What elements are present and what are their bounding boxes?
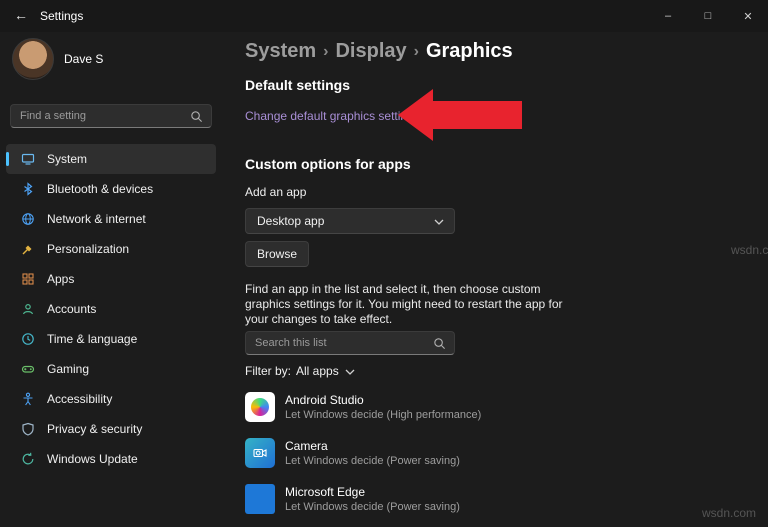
annotation-arrow bbox=[398, 89, 433, 141]
camera-icon bbox=[245, 438, 275, 468]
breadcrumb-separator: › bbox=[323, 43, 329, 60]
filter-dropdown[interactable]: All apps bbox=[296, 364, 355, 378]
app-list: Android Studio Let Windows decide (High … bbox=[245, 392, 481, 514]
breadcrumb-system[interactable]: System bbox=[245, 40, 316, 62]
app-name: Android Studio bbox=[285, 393, 364, 407]
time-language-icon bbox=[20, 332, 35, 346]
breadcrumb-display[interactable]: Display bbox=[335, 40, 406, 62]
sidebar-item-label: Bluetooth & devices bbox=[47, 182, 154, 196]
breadcrumb-graphics: Graphics bbox=[425, 40, 513, 62]
settings-search[interactable] bbox=[10, 104, 212, 128]
sidebar: Dave S System Bluetooth & devices bbox=[0, 32, 232, 527]
user-name: Dave S bbox=[64, 52, 104, 66]
change-default-graphics-link[interactable]: Change default graphics settings bbox=[245, 109, 420, 123]
personalization-icon bbox=[20, 242, 35, 256]
accessibility-icon bbox=[20, 392, 35, 406]
app-status: Let Windows decide (Power saving) bbox=[285, 455, 460, 467]
sidebar-item-bluetooth-devices[interactable]: Bluetooth & devices bbox=[6, 174, 216, 204]
list-search[interactable] bbox=[245, 331, 455, 355]
windows-update-icon bbox=[20, 452, 35, 466]
sidebar-item-label: Gaming bbox=[47, 362, 90, 376]
maximize-button[interactable]: □ bbox=[688, 0, 728, 32]
sidebar-nav: System Bluetooth & devices Network & int… bbox=[6, 144, 216, 474]
system-icon bbox=[20, 152, 35, 166]
app-row-microsoft-edge[interactable]: Microsoft Edge Let Windows decide (Power… bbox=[245, 484, 481, 514]
default-settings-heading: Default settings bbox=[245, 77, 351, 93]
microsoft-edge-icon bbox=[245, 484, 275, 514]
sidebar-item-label: Personalization bbox=[47, 242, 130, 256]
sidebar-item-label: Time & language bbox=[47, 332, 138, 346]
sidebar-item-label: Windows Update bbox=[47, 452, 138, 466]
sidebar-item-accessibility[interactable]: Accessibility bbox=[6, 384, 216, 414]
filter-by-label: Filter by: bbox=[245, 364, 292, 378]
sidebar-item-windows-update[interactable]: Windows Update bbox=[6, 444, 216, 474]
app-name: Microsoft Edge bbox=[285, 485, 366, 499]
avatar[interactable] bbox=[12, 38, 54, 80]
android-studio-icon bbox=[245, 392, 275, 422]
annotation-arrow-tail bbox=[431, 101, 522, 129]
breadcrumb: System › Display › Graphics bbox=[245, 40, 513, 63]
browse-button-label: Browse bbox=[256, 247, 297, 261]
sidebar-item-time-language[interactable]: Time & language bbox=[6, 324, 216, 354]
sidebar-item-label: Privacy & security bbox=[47, 422, 143, 436]
privacy-icon bbox=[20, 422, 35, 436]
custom-options-heading: Custom options for apps bbox=[245, 156, 411, 172]
minimize-button[interactable]: – bbox=[648, 0, 688, 32]
selection-pill bbox=[6, 152, 9, 166]
close-button[interactable]: ✕ bbox=[728, 0, 768, 32]
app-type-value: Desktop app bbox=[257, 214, 325, 228]
bluetooth-icon bbox=[20, 182, 35, 196]
gaming-icon bbox=[20, 362, 35, 376]
sidebar-item-system[interactable]: System bbox=[6, 144, 216, 174]
browse-button[interactable]: Browse bbox=[245, 241, 309, 267]
titlebar: ← Settings – □ ✕ bbox=[0, 0, 768, 32]
main-content: System › Display › Graphics Default settings… bbox=[245, 32, 768, 527]
back-button[interactable]: ← bbox=[14, 7, 28, 23]
sidebar-item-label: System bbox=[47, 152, 88, 166]
search-icon bbox=[433, 337, 446, 350]
app-type-dropdown[interactable]: Desktop app bbox=[245, 208, 455, 234]
add-an-app-label: Add an app bbox=[245, 185, 307, 199]
app-title: Settings bbox=[40, 9, 84, 23]
settings-search-input[interactable] bbox=[11, 110, 190, 122]
chevron-down-icon bbox=[345, 364, 355, 378]
sidebar-item-accounts[interactable]: Accounts bbox=[6, 294, 216, 324]
app-row-android-studio[interactable]: Android Studio Let Windows decide (High … bbox=[245, 392, 481, 422]
sidebar-item-label: Accounts bbox=[47, 302, 97, 316]
list-search-input[interactable] bbox=[246, 337, 433, 349]
settings-window: ← Settings – □ ✕ Dave S System bbox=[0, 0, 768, 527]
network-icon bbox=[20, 212, 35, 226]
search-icon bbox=[190, 110, 203, 123]
filter-value: All apps bbox=[296, 364, 339, 378]
app-status: Let Windows decide (High performance) bbox=[285, 409, 482, 421]
breadcrumb-separator: › bbox=[413, 43, 419, 60]
window-controls: – □ ✕ bbox=[648, 0, 768, 32]
accounts-icon bbox=[20, 302, 35, 316]
sidebar-item-gaming[interactable]: Gaming bbox=[6, 354, 216, 384]
sidebar-item-label: Network & internet bbox=[47, 212, 146, 226]
custom-graphics-description: Find an app in the list and select it, t… bbox=[245, 282, 563, 326]
sidebar-item-label: Apps bbox=[47, 272, 75, 286]
sidebar-item-label: Accessibility bbox=[47, 392, 113, 406]
app-row-camera[interactable]: Camera Let Windows decide (Power saving) bbox=[245, 438, 481, 468]
chevron-down-icon bbox=[434, 214, 444, 228]
sidebar-item-apps[interactable]: Apps bbox=[6, 264, 216, 294]
sidebar-item-privacy-security[interactable]: Privacy & security bbox=[6, 414, 216, 444]
app-status: Let Windows decide (Power saving) bbox=[285, 501, 460, 513]
apps-icon bbox=[20, 272, 35, 286]
sidebar-item-network-internet[interactable]: Network & internet bbox=[6, 204, 216, 234]
app-name: Camera bbox=[285, 439, 328, 453]
sidebar-item-personalization[interactable]: Personalization bbox=[6, 234, 216, 264]
